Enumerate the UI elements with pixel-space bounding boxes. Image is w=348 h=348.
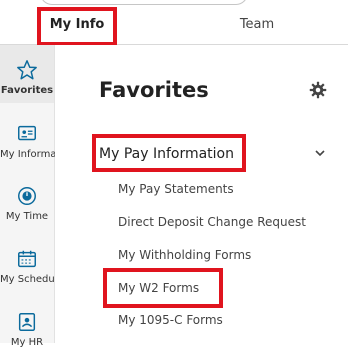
gear-icon[interactable] — [309, 81, 327, 99]
sidebar-item-my-schedule[interactable]: My Schedule — [0, 248, 64, 285]
tab-my-info[interactable]: My Info — [38, 8, 116, 45]
group-title-my-pay-information[interactable]: My Pay Information — [99, 146, 234, 162]
sidebar-item-label: Favorites — [0, 85, 54, 96]
link-my-pay-statements[interactable]: My Pay Statements — [118, 182, 234, 196]
top-nav: My Info Team — [0, 0, 348, 45]
hr-icon — [18, 313, 36, 331]
link-direct-deposit-change-request[interactable]: Direct Deposit Change Request — [118, 215, 306, 229]
sidebar-item-favorites[interactable]: Favorites — [0, 45, 54, 103]
link-my-1095-c-forms[interactable]: My 1095-C Forms — [118, 313, 223, 327]
sidebar-item-my-information[interactable]: My Information — [0, 123, 76, 160]
sidebar-item-my-hr[interactable]: My HR — [0, 311, 54, 348]
search-bar[interactable] — [40, 0, 248, 5]
chevron-down-icon[interactable] — [314, 147, 326, 159]
calendar-icon — [18, 250, 36, 268]
favorites-panel: Favorites My Pay Information My Pay Stat… — [55, 45, 348, 343]
sidebar-item-my-time[interactable]: My Time — [0, 185, 54, 222]
link-my-withholding-forms[interactable]: My Withholding Forms — [118, 248, 251, 262]
page-title: Favorites — [99, 78, 209, 102]
link-my-w2-forms[interactable]: My W2 Forms — [118, 281, 199, 295]
clock-icon — [18, 187, 36, 205]
sidebar-item-label: My Time — [5, 211, 49, 222]
sidebar: Favorites My Information My Time My Sche… — [0, 45, 76, 348]
star-icon — [17, 60, 37, 80]
id-card-icon — [18, 125, 36, 141]
tab-team[interactable]: Team — [232, 8, 282, 42]
